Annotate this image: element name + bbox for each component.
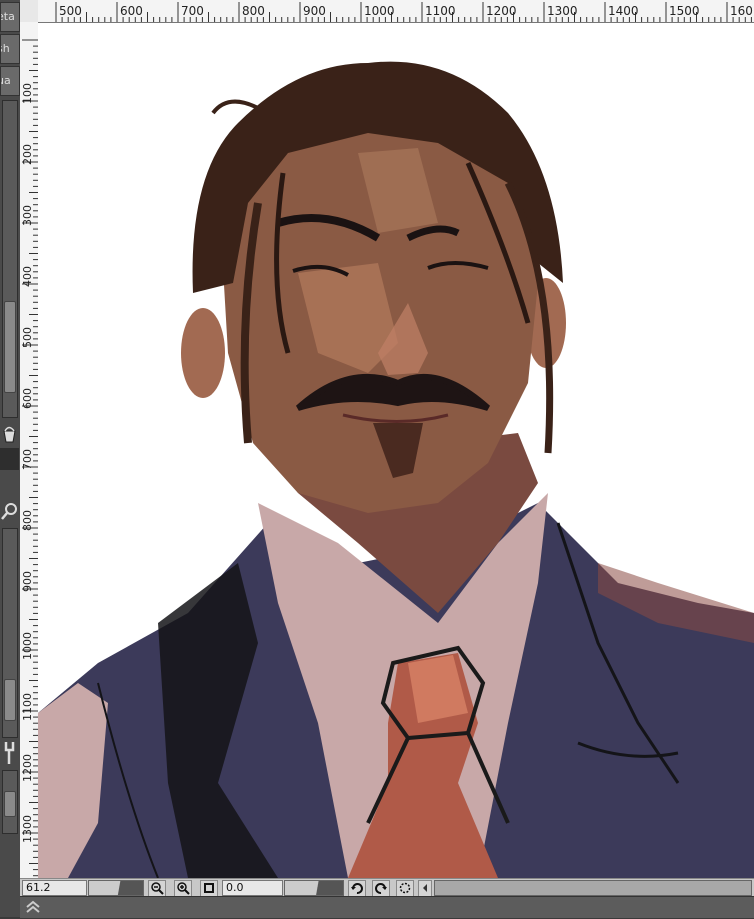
ruler-left-label: 300 bbox=[21, 205, 34, 226]
drawing-canvas[interactable] bbox=[38, 23, 754, 878]
rotate-right-button[interactable] bbox=[372, 880, 390, 897]
reset-rotation-button[interactable] bbox=[396, 880, 414, 897]
left-tab-3[interactable]: ua bbox=[0, 66, 20, 96]
panel-scroll-thumb-3[interactable] bbox=[4, 791, 16, 817]
ruler-left-label: 700 bbox=[21, 449, 34, 470]
panel-scrollbar-3[interactable] bbox=[2, 770, 18, 834]
rotation-slider[interactable] bbox=[284, 880, 344, 896]
panel-scrollbar-2[interactable] bbox=[2, 528, 18, 738]
panel-scroll-thumb[interactable] bbox=[4, 301, 16, 393]
ruler-top-label: 160 bbox=[730, 4, 753, 18]
bottom-bar bbox=[20, 896, 754, 918]
ruler-left-label: 400 bbox=[21, 266, 34, 287]
left-tab-label: sh bbox=[1, 42, 10, 55]
scroll-left-button[interactable] bbox=[418, 880, 432, 897]
ruler-top: 500 600 700 800 900 1000 1100 1200 1300 … bbox=[38, 0, 754, 23]
panel-scroll-thumb-2[interactable] bbox=[4, 679, 16, 721]
rotate-left-button[interactable] bbox=[348, 880, 366, 897]
status-bar: 61.2 0.0 bbox=[20, 878, 754, 897]
zoom-out-icon bbox=[151, 882, 164, 895]
ruler-top-label: 800 bbox=[242, 4, 265, 18]
ruler-top-label: 700 bbox=[181, 4, 204, 18]
ruler-top-label: 1100 bbox=[425, 4, 456, 18]
ruler-left-label: 800 bbox=[21, 510, 34, 531]
ruler-corner bbox=[20, 0, 39, 23]
ruler-top-label: 1400 bbox=[608, 4, 639, 18]
bucket-icon[interactable] bbox=[1, 424, 18, 444]
search-icon[interactable] bbox=[1, 500, 18, 522]
zoom-slider[interactable] bbox=[88, 880, 144, 896]
fit-screen-button[interactable] bbox=[200, 880, 218, 897]
left-tab-label: eta bbox=[1, 10, 15, 23]
ruler-top-label: 500 bbox=[59, 4, 82, 18]
ruler-top-label: 1500 bbox=[669, 4, 700, 18]
ruler-top-label: 1300 bbox=[547, 4, 578, 18]
ruler-left-label: 500 bbox=[21, 327, 34, 348]
zoom-in-button[interactable] bbox=[174, 880, 192, 897]
left-dock-panel: eta sh ua bbox=[0, 0, 21, 917]
ruler-left-label: 1300 bbox=[21, 815, 34, 843]
rotation-field[interactable]: 0.0 bbox=[222, 880, 283, 896]
rotate-right-icon bbox=[375, 883, 387, 894]
panel-divider bbox=[0, 448, 19, 470]
zoom-value: 61.2 bbox=[26, 881, 51, 894]
rotation-value: 0.0 bbox=[226, 881, 244, 894]
ruler-top-label: 600 bbox=[120, 4, 143, 18]
ruler-left-label: 200 bbox=[21, 144, 34, 165]
ruler-top-label: 900 bbox=[303, 4, 326, 18]
portrait-artwork bbox=[38, 61, 754, 878]
ruler-left-label: 1200 bbox=[21, 754, 34, 782]
expand-up-icon[interactable] bbox=[24, 899, 42, 915]
ruler-left-label: 1100 bbox=[21, 693, 34, 721]
ruler-left: 100 200 300 400 500 600 700 800 900 1000… bbox=[20, 22, 39, 878]
panel-scrollbar[interactable] bbox=[2, 100, 18, 418]
left-ear-shape bbox=[181, 308, 225, 398]
ruler-top-ticks bbox=[55, 2, 752, 22]
left-tab-1[interactable]: eta bbox=[0, 2, 20, 32]
ruler-left-label: 900 bbox=[21, 571, 34, 592]
fit-screen-icon bbox=[204, 883, 214, 893]
ruler-left-label: 600 bbox=[21, 388, 34, 409]
wrench-icon[interactable] bbox=[1, 740, 18, 766]
rotate-left-icon bbox=[351, 883, 363, 894]
zoom-out-button[interactable] bbox=[148, 880, 166, 897]
ruler-top-label: 1200 bbox=[486, 4, 517, 18]
scroll-left-icon bbox=[423, 884, 427, 892]
ruler-top-label: 1000 bbox=[364, 4, 395, 18]
ruler-left-label: 100 bbox=[21, 83, 34, 104]
zoom-in-icon bbox=[177, 882, 190, 895]
zoom-field[interactable]: 61.2 bbox=[22, 880, 87, 896]
horizontal-scrollbar[interactable] bbox=[434, 880, 752, 896]
ruler-left-label: 1000 bbox=[21, 632, 34, 660]
left-tab-label: ua bbox=[1, 74, 11, 87]
reset-rotation-icon bbox=[399, 882, 411, 894]
left-tab-2[interactable]: sh bbox=[0, 34, 20, 64]
